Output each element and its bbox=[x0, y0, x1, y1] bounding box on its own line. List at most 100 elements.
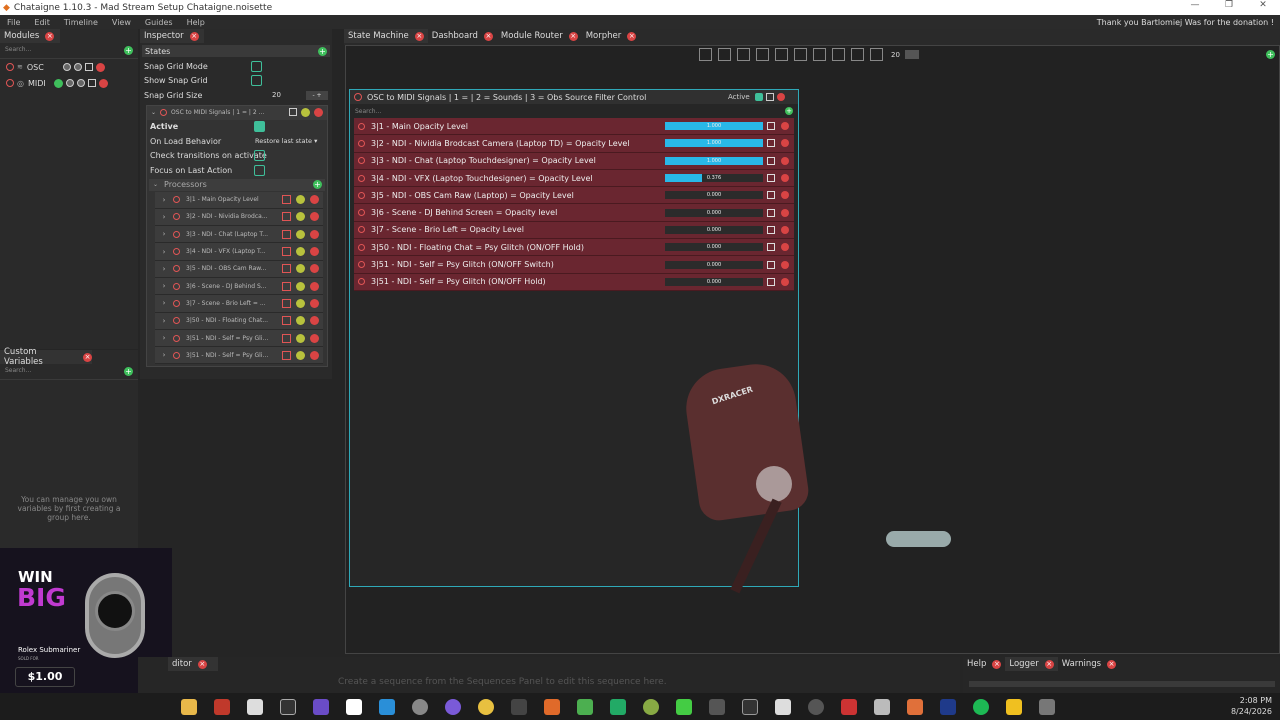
remove-icon[interactable] bbox=[98, 78, 108, 88]
action-row[interactable]: 3|51 - NDI - Self = Psy Glitch (ON/OFF H… bbox=[354, 273, 794, 291]
align-middle-icon[interactable] bbox=[775, 48, 788, 61]
add-variable-group-button[interactable]: + bbox=[124, 367, 133, 376]
processor-toggle[interactable] bbox=[282, 333, 291, 343]
remove-icon[interactable] bbox=[310, 212, 319, 222]
xbox-icon[interactable] bbox=[642, 698, 659, 715]
add-module-button[interactable]: + bbox=[124, 46, 133, 55]
discord-icon[interactable] bbox=[444, 698, 461, 715]
state-toggle[interactable] bbox=[289, 108, 297, 116]
processor-action-icon[interactable] bbox=[296, 298, 305, 308]
sticky-notes-icon[interactable] bbox=[1005, 698, 1022, 715]
distribute-h-icon[interactable] bbox=[813, 48, 826, 61]
close-icon[interactable]: × bbox=[197, 659, 207, 669]
processors-header[interactable]: ⌄ Processors + bbox=[149, 178, 325, 191]
action-toggle[interactable] bbox=[767, 243, 775, 252]
expand-icon[interactable]: › bbox=[159, 265, 169, 273]
expand-icon[interactable]: › bbox=[159, 282, 169, 290]
power-icon[interactable] bbox=[173, 265, 180, 273]
power-icon[interactable] bbox=[358, 261, 365, 269]
close-icon[interactable]: × bbox=[483, 31, 493, 41]
module-toggle[interactable] bbox=[84, 63, 93, 71]
remove-icon[interactable] bbox=[781, 191, 789, 200]
module-osc[interactable]: ≋ OSC bbox=[0, 59, 138, 75]
play-icon[interactable] bbox=[675, 698, 692, 715]
grid-stepper[interactable] bbox=[904, 50, 919, 59]
grid-icon[interactable] bbox=[851, 48, 864, 61]
obs-icon[interactable] bbox=[411, 698, 428, 715]
monitor-icon[interactable] bbox=[774, 698, 791, 715]
value-slider[interactable]: 1.000 bbox=[665, 156, 763, 165]
focus-last-checkbox[interactable] bbox=[254, 164, 265, 176]
action-row[interactable]: 3|2 - NDI - Nividia Brodcast Camera (Lap… bbox=[354, 135, 794, 153]
sequence-editor-tab[interactable]: ditor × bbox=[168, 657, 218, 671]
close-icon[interactable]: × bbox=[45, 31, 55, 41]
value-slider[interactable]: 0.376 bbox=[665, 174, 763, 183]
power-icon[interactable] bbox=[173, 299, 180, 307]
check-transitions-checkbox[interactable] bbox=[254, 150, 265, 162]
spotify-icon[interactable] bbox=[972, 698, 989, 715]
state-active-checkbox[interactable] bbox=[755, 93, 763, 101]
remove-icon[interactable] bbox=[310, 229, 319, 239]
power-icon[interactable] bbox=[173, 230, 180, 238]
file-explorer-icon[interactable] bbox=[180, 698, 197, 715]
align-center-icon[interactable] bbox=[718, 48, 731, 61]
expand-icon[interactable]: › bbox=[159, 196, 169, 204]
tab-morpher[interactable]: Morpher × bbox=[582, 29, 641, 43]
power-icon[interactable] bbox=[173, 351, 180, 359]
menu-guides[interactable]: Guides bbox=[145, 18, 173, 27]
action-toggle[interactable] bbox=[767, 225, 775, 234]
minimize-button[interactable]: — bbox=[1178, 0, 1212, 10]
power-icon[interactable] bbox=[173, 317, 180, 325]
add-action-button[interactable]: + bbox=[785, 107, 793, 115]
remove-icon[interactable] bbox=[310, 264, 319, 274]
power-icon[interactable] bbox=[173, 196, 180, 204]
processor-action-icon[interactable] bbox=[296, 229, 305, 239]
action-row[interactable]: 3|1 - Main Opacity Level 1.000 bbox=[354, 118, 794, 136]
menu-help[interactable]: Help bbox=[187, 18, 205, 27]
align-bottom-icon[interactable] bbox=[794, 48, 807, 61]
processor-row[interactable]: › 3|4 - NDI - VFX (Laptop T... bbox=[155, 243, 323, 261]
action-toggle[interactable] bbox=[767, 139, 775, 148]
close-icon[interactable]: × bbox=[992, 659, 1002, 669]
processor-row[interactable]: › 3|50 - NDI - Floating Chat... bbox=[155, 312, 323, 330]
action-toggle[interactable] bbox=[767, 122, 775, 131]
snap-icon[interactable] bbox=[870, 48, 883, 61]
processor-row[interactable]: › 3|51 - NDI - Self = Psy Gli... bbox=[155, 329, 323, 348]
processor-row[interactable]: › 3|7 - Scene - Brio Left = ... bbox=[155, 295, 323, 313]
state-header[interactable]: ⌄ OSC to MIDI Signals | 1 = | 2 ... bbox=[147, 105, 327, 120]
active-checkbox[interactable] bbox=[254, 121, 265, 133]
value-slider[interactable]: 0.000 bbox=[665, 225, 763, 234]
app-icon[interactable] bbox=[510, 698, 527, 715]
processor-row[interactable]: › 3|51 - NDI - Self = Psy Gli... bbox=[155, 347, 323, 365]
on-load-select[interactable]: Restore last state ▾ bbox=[255, 136, 327, 146]
app-icon[interactable] bbox=[246, 698, 263, 715]
align-left-icon[interactable] bbox=[699, 48, 712, 61]
processor-action-icon[interactable] bbox=[296, 350, 305, 360]
remove-icon[interactable] bbox=[310, 281, 319, 291]
expand-icon[interactable]: › bbox=[159, 213, 169, 221]
power-icon[interactable] bbox=[173, 334, 180, 342]
processor-toggle[interactable] bbox=[282, 247, 291, 257]
value-slider[interactable]: 1.000 bbox=[665, 139, 763, 148]
processor-toggle[interactable] bbox=[282, 298, 291, 308]
power-icon[interactable] bbox=[358, 226, 365, 234]
action-toggle[interactable] bbox=[767, 174, 775, 183]
close-icon[interactable]: × bbox=[414, 31, 424, 41]
remove-icon[interactable] bbox=[310, 195, 319, 205]
processor-toggle[interactable] bbox=[282, 195, 291, 205]
close-icon[interactable]: × bbox=[568, 31, 578, 41]
action-row[interactable]: 3|5 - NDI - OBS Cam Raw (Laptop) = Opaci… bbox=[354, 187, 794, 205]
power-icon[interactable] bbox=[358, 209, 365, 217]
processor-toggle[interactable] bbox=[282, 264, 291, 274]
expand-icon[interactable]: › bbox=[159, 317, 169, 325]
maximize-button[interactable]: ❐ bbox=[1212, 0, 1246, 10]
custom-variables-tab[interactable]: Custom Variables × bbox=[0, 347, 92, 367]
close-icon[interactable]: × bbox=[83, 352, 92, 362]
processor-toggle[interactable] bbox=[282, 281, 291, 291]
close-icon[interactable]: × bbox=[1044, 659, 1054, 669]
action-toggle[interactable] bbox=[767, 208, 775, 217]
remove-icon[interactable] bbox=[781, 174, 789, 183]
value-slider[interactable]: 0.000 bbox=[665, 277, 763, 286]
value-slider[interactable]: 1.000 bbox=[665, 122, 763, 131]
red-app-icon[interactable] bbox=[840, 698, 857, 715]
